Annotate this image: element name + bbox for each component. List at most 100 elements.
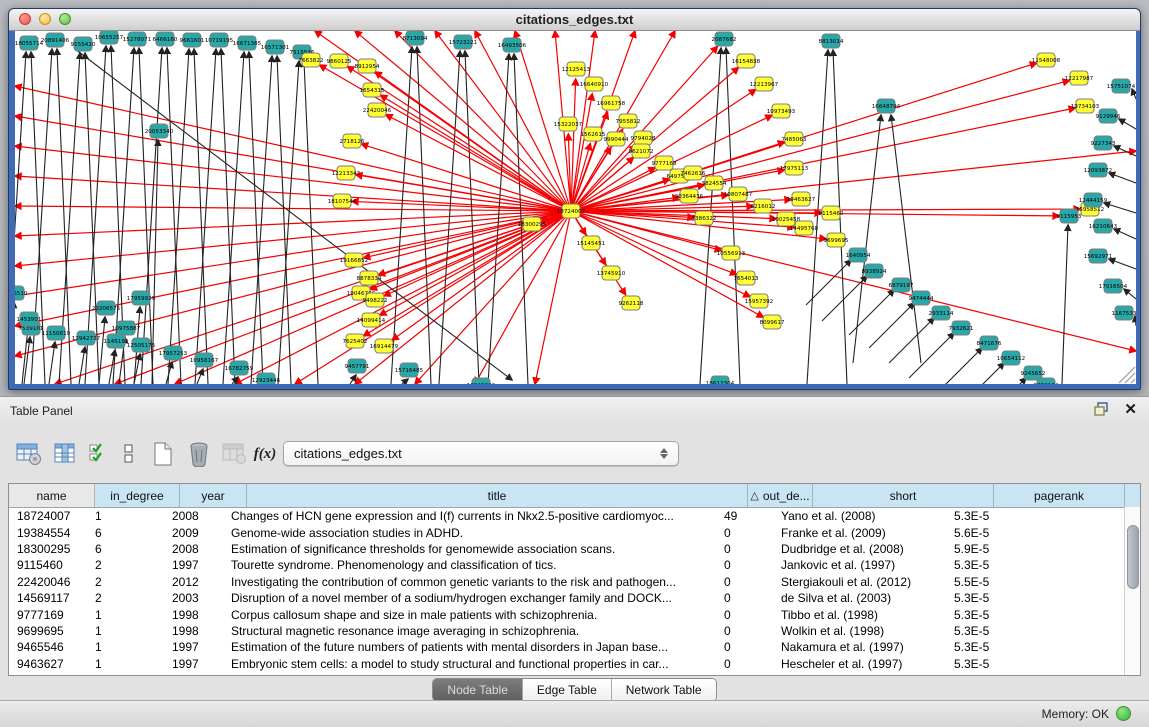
- graph-node[interactable]: 2087682: [712, 32, 737, 46]
- graph-node[interactable]: 10958167: [190, 353, 219, 367]
- graph-node[interactable]: 7485063: [782, 132, 807, 146]
- graph-node[interactable]: 1167533: [1112, 306, 1136, 320]
- graph-node[interactable]: 15278071: [123, 32, 152, 46]
- table-row[interactable]: 969969511998Structural magnetic resonanc…: [9, 623, 1140, 639]
- graph-node[interactable]: 9860125: [327, 54, 352, 68]
- graph-node[interactable]: 1453901: [17, 312, 42, 326]
- column-header-year[interactable]: year: [180, 484, 247, 507]
- graph-node[interactable]: 9155420: [71, 37, 96, 51]
- graph-node[interactable]: 16914479: [370, 339, 399, 353]
- close-button[interactable]: [19, 13, 31, 25]
- table-row[interactable]: 1830029562008Estimation of significance …: [9, 541, 1140, 557]
- select-all-rows-icon[interactable]: [84, 439, 114, 469]
- function-builder-icon[interactable]: f(x): [250, 439, 280, 469]
- node-table[interactable]: namein_degreeyeartitle△out_de...shortpag…: [8, 483, 1141, 676]
- graph-node[interactable]: 10655257: [95, 31, 124, 44]
- graph-node[interactable]: 9893104: [1034, 378, 1059, 384]
- graph-node[interactable]: 6879197: [889, 278, 914, 292]
- scrollbar-thumb[interactable]: [1127, 525, 1139, 589]
- window-titlebar[interactable]: citations_edges.txt: [9, 9, 1140, 31]
- graph-node[interactable]: 9498222: [363, 293, 388, 307]
- graph-node[interactable]: 2933114: [929, 306, 954, 320]
- close-panel-icon[interactable]: ✕: [1124, 403, 1137, 416]
- graph-node[interactable]: 6216012: [751, 199, 776, 213]
- graph-node[interactable]: 9794028: [631, 131, 656, 145]
- graph-node[interactable]: 6466160: [153, 32, 178, 46]
- table-row[interactable]: 1456911722003Disruption of a novel membe…: [9, 590, 1140, 606]
- graph-node[interactable]: 15145451: [577, 236, 606, 250]
- row-height-icon[interactable]: [114, 439, 144, 469]
- graph-node[interactable]: 7663822: [299, 53, 324, 67]
- graph-node[interactable]: 12213967: [750, 77, 779, 91]
- network-canvas[interactable]: 1805571420891406915542010655257152780716…: [15, 31, 1136, 384]
- graph-node[interactable]: 16782759: [225, 361, 254, 375]
- delete-column-icon[interactable]: [184, 439, 214, 469]
- graph-node[interactable]: 11548008: [1032, 53, 1061, 67]
- table-row[interactable]: 946554611997Estimation of the future num…: [9, 639, 1140, 655]
- table-row[interactable]: 1938455462009Genome-wide association stu…: [9, 524, 1140, 540]
- graph-node[interactable]: 16640910: [580, 77, 609, 91]
- graph-node[interactable]: 16154838: [732, 54, 761, 68]
- graph-node[interactable]: 7625402: [343, 334, 368, 348]
- graph-node[interactable]: 19734103: [1071, 99, 1100, 113]
- graph-node[interactable]: 16493506: [498, 38, 527, 52]
- graph-node[interactable]: 20891406: [41, 33, 70, 47]
- graph-node[interactable]: 9474444: [909, 291, 934, 305]
- graph-node[interactable]: 16571301: [261, 40, 290, 54]
- create-column-icon[interactable]: [148, 439, 178, 469]
- graph-node[interactable]: 1806510: [15, 286, 28, 300]
- graph-node[interactable]: 3824554: [702, 176, 727, 190]
- table-row[interactable]: 977716911998Corpus callosum shape and si…: [9, 606, 1140, 622]
- graph-node[interactable]: 20053340: [145, 124, 174, 138]
- graph-node[interactable]: 7386322: [692, 211, 717, 225]
- graph-node[interactable]: 18945022: [467, 378, 495, 384]
- graph-node[interactable]: 1640954: [846, 248, 871, 262]
- graph-node[interactable]: 12125413: [562, 62, 591, 76]
- graph-node[interactable]: 9990444: [604, 132, 629, 146]
- network-graph[interactable]: 1805571420891406915542010655257152780716…: [15, 31, 1136, 384]
- float-panel-icon[interactable]: [1094, 402, 1110, 417]
- graph-node[interactable]: 9699695: [824, 233, 849, 247]
- graph-node[interactable]: 10654112: [997, 351, 1025, 365]
- column-header-name[interactable]: name: [9, 484, 95, 507]
- network-window[interactable]: citations_edges.txt 18055714208914069155…: [8, 8, 1141, 390]
- column-header-short[interactable]: short: [813, 484, 994, 507]
- table-header-row[interactable]: namein_degreeyeartitle△out_de...shortpag…: [9, 484, 1140, 508]
- zoom-button[interactable]: [59, 13, 71, 25]
- graph-node[interactable]: 7955812: [616, 114, 641, 128]
- tab-network-table[interactable]: Network Table: [612, 679, 716, 701]
- column-header-out-de-[interactable]: △out_de...: [748, 484, 813, 507]
- graph-node[interactable]: 8912954: [355, 59, 380, 73]
- graph-node[interactable]: 8713094: [403, 31, 428, 45]
- table-row[interactable]: 2242004622012Investigating the contribut…: [9, 574, 1140, 590]
- table-mode-icon[interactable]: [14, 439, 44, 469]
- graph-node[interactable]: 1654315: [360, 83, 385, 97]
- graph-node[interactable]: 15716485: [395, 363, 424, 377]
- graph-node[interactable]: 8938924: [862, 264, 887, 278]
- graph-node[interactable]: 1145193: [104, 334, 129, 348]
- column-visibility-icon[interactable]: [50, 439, 80, 469]
- graph-node[interactable]: 15322037: [554, 117, 583, 131]
- graph-node[interactable]: 17959929: [127, 291, 156, 305]
- graph-node[interactable]: 9115953: [1057, 209, 1082, 223]
- graph-node[interactable]: 9262118: [619, 296, 644, 310]
- graph-node[interactable]: 12217987: [1065, 71, 1094, 85]
- graph-node[interactable]: 9457791: [345, 359, 370, 373]
- graph-node[interactable]: 8099617: [760, 315, 785, 329]
- graph-node[interactable]: 18055714: [15, 36, 44, 50]
- graph-node[interactable]: 9621072: [629, 144, 654, 158]
- graph-node[interactable]: 10719195: [205, 33, 234, 47]
- graph-node[interactable]: 7462616: [681, 166, 706, 180]
- column-header-title[interactable]: title: [247, 484, 748, 507]
- minimize-button[interactable]: [39, 13, 51, 25]
- graph-node[interactable]: 16671385: [233, 36, 262, 50]
- graph-node[interactable]: 15723221: [449, 35, 478, 49]
- graph-node[interactable]: 9227343: [1091, 136, 1116, 150]
- column-header-pagerank[interactable]: pagerank: [994, 484, 1125, 507]
- graph-node[interactable]: 9777169: [652, 156, 677, 170]
- graph-node[interactable]: 11150819: [42, 326, 71, 340]
- graph-node[interactable]: 13745910: [597, 266, 626, 280]
- graph-node[interactable]: 7654013: [734, 271, 759, 285]
- graph-node[interactable]: 18612304: [706, 376, 735, 384]
- graph-node[interactable]: 15692971: [1084, 249, 1113, 263]
